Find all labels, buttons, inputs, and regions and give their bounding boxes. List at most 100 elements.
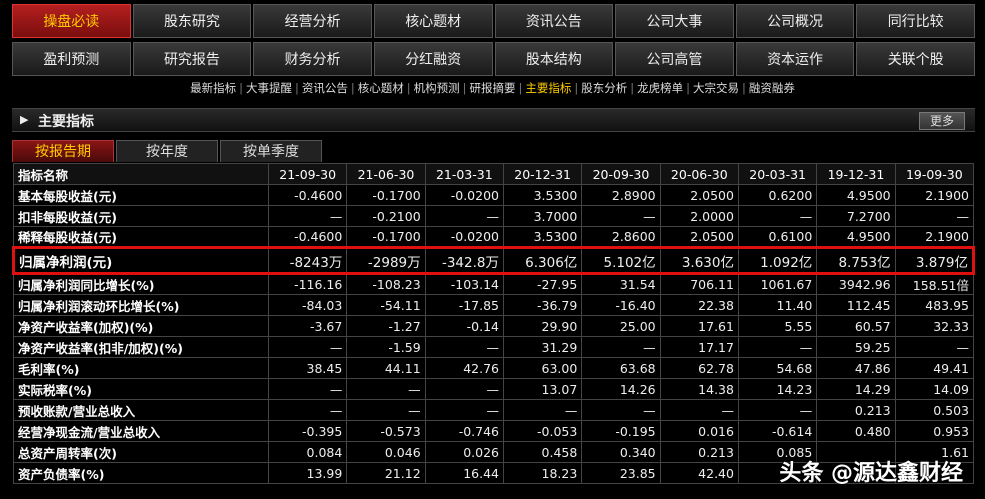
table-cell: 1.092亿 bbox=[737, 246, 818, 275]
subnav-link[interactable]: 机构预测 bbox=[411, 81, 463, 95]
row-label[interactable]: 净资产收益率(加权)(%) bbox=[13, 315, 269, 337]
subnav-link[interactable]: 核心题材 bbox=[355, 81, 407, 95]
subnav-link[interactable]: 大事提醒 bbox=[243, 81, 295, 95]
table-cell: 158.51倍 bbox=[894, 273, 975, 295]
nav-button[interactable]: 关联个股 bbox=[856, 42, 975, 76]
table-row: 经营净现金流/营业总收入 -0.395 -0.573 -0.746 -0.053 -0.1… bbox=[13, 420, 975, 442]
table-cell: -342.8万 bbox=[424, 246, 504, 275]
table-cell: 25.00 bbox=[581, 315, 661, 337]
table-cell: 5.55 bbox=[737, 315, 818, 337]
nav-button[interactable]: 分红融资 bbox=[373, 42, 493, 76]
column-header-date[interactable]: 19-09-30 bbox=[894, 163, 975, 185]
table-cell: 0.213 bbox=[659, 441, 739, 463]
row-label[interactable]: 基本每股收益(元) bbox=[13, 184, 269, 206]
column-header-date[interactable]: 19-12-31 bbox=[816, 163, 896, 185]
table-row: 归属净利润(元) -8243万 -2989万 -342.8万 6.306亿 5.102亿 3… bbox=[12, 246, 976, 275]
table-cell: — bbox=[659, 399, 739, 421]
subnav-link[interactable]: 最新指标 bbox=[187, 81, 239, 95]
subnav-link[interactable]: 资讯公告 bbox=[299, 81, 351, 95]
subnav-link[interactable]: 主要指标 bbox=[522, 81, 574, 95]
nav-button[interactable]: 公司大事 bbox=[615, 4, 734, 38]
table-cell: 47.86 bbox=[816, 357, 896, 379]
table-cell: 4.9500 bbox=[816, 184, 896, 206]
row-label[interactable]: 归属净利润同比增长(%) bbox=[13, 273, 269, 295]
nav-button[interactable]: 研究报告 bbox=[132, 42, 252, 76]
table-cell: -2989万 bbox=[346, 246, 426, 275]
table-cell: 3.879亿 bbox=[894, 246, 976, 275]
table-cell: -0.1700 bbox=[346, 226, 426, 248]
table-cell: — bbox=[502, 399, 583, 421]
row-label[interactable]: 总资产周转率(次) bbox=[13, 441, 269, 463]
nav-button[interactable]: 操盘必读 bbox=[12, 4, 131, 38]
table-cell: — bbox=[267, 378, 348, 400]
nav-button[interactable]: 财务分析 bbox=[253, 42, 372, 76]
table-cell: -116.16 bbox=[267, 273, 348, 295]
subnav-link[interactable]: 大宗交易 bbox=[690, 81, 742, 95]
nav-button[interactable]: 资讯公告 bbox=[494, 4, 614, 38]
row-label[interactable]: 归属净利润滚动环比增长(%) bbox=[13, 294, 269, 316]
table-cell: 54.68 bbox=[737, 357, 818, 379]
section-header: ▶ 主要指标 更多 bbox=[12, 108, 975, 132]
expand-triangle-icon[interactable]: ▶ bbox=[20, 113, 28, 126]
row-label[interactable]: 毛利率(%) bbox=[13, 357, 269, 379]
subnav-separator: | bbox=[462, 81, 467, 95]
row-label[interactable]: 净资产收益率(扣非/加权)(%) bbox=[13, 336, 269, 358]
table-cell: — bbox=[581, 336, 661, 358]
table-cell: — bbox=[346, 399, 426, 421]
subnav-link[interactable]: 研报摘要 bbox=[467, 81, 519, 95]
table-cell: 42.76 bbox=[424, 357, 504, 379]
column-header-date[interactable]: 20-03-31 bbox=[737, 163, 818, 185]
table-cell: 14.26 bbox=[581, 378, 661, 400]
nav-button[interactable]: 公司高管 bbox=[615, 42, 734, 76]
table-cell: 59.25 bbox=[816, 336, 896, 358]
table-cell: -0.2100 bbox=[346, 205, 426, 227]
column-header-date[interactable]: 21-06-30 bbox=[346, 163, 426, 185]
table-cell: 0.340 bbox=[581, 441, 661, 463]
table-cell: — bbox=[424, 336, 504, 358]
column-header-date[interactable]: 21-03-31 bbox=[424, 163, 504, 185]
tab-period[interactable]: 按年度 bbox=[116, 140, 218, 162]
nav-button[interactable]: 经营分析 bbox=[253, 4, 372, 38]
subnav-link[interactable]: 龙虎榜单 bbox=[634, 81, 686, 95]
column-header-date[interactable]: 21-09-30 bbox=[267, 163, 348, 185]
nav-button[interactable]: 盈利预测 bbox=[12, 42, 131, 76]
nav-button[interactable]: 同行比较 bbox=[856, 4, 975, 38]
table-cell: 17.17 bbox=[659, 336, 739, 358]
subnav-link[interactable]: 股东分析 bbox=[578, 81, 630, 95]
row-label[interactable]: 扣非每股收益(元) bbox=[13, 205, 269, 227]
table-cell: 42.40 bbox=[659, 462, 739, 484]
table-cell: 0.953 bbox=[894, 420, 975, 442]
nav-button[interactable]: 资本运作 bbox=[735, 42, 855, 76]
nav-button[interactable]: 股本结构 bbox=[494, 42, 614, 76]
row-label[interactable]: 实际税率(%) bbox=[13, 378, 269, 400]
row-label[interactable]: 资产负债率(%) bbox=[13, 462, 269, 484]
more-button[interactable]: 更多 bbox=[919, 112, 965, 130]
column-header-date[interactable]: 20-12-31 bbox=[502, 163, 583, 185]
row-label[interactable]: 经营净现金流/营业总收入 bbox=[13, 420, 269, 442]
tab-period[interactable]: 按单季度 bbox=[220, 140, 322, 162]
table-cell: -1.59 bbox=[346, 336, 426, 358]
table-cell: — bbox=[737, 205, 818, 227]
subnav-link[interactable]: 融资融券 bbox=[746, 81, 798, 95]
nav-button[interactable]: 公司概况 bbox=[735, 4, 855, 38]
table-cell: -0.746 bbox=[424, 420, 504, 442]
nav-button[interactable]: 核心题材 bbox=[373, 4, 493, 38]
table-cell: 31.54 bbox=[581, 273, 661, 295]
table-cell: — bbox=[737, 399, 818, 421]
table-cell: 14.29 bbox=[816, 378, 896, 400]
table-cell: — bbox=[346, 378, 426, 400]
row-label[interactable]: 归属净利润(元) bbox=[12, 246, 269, 275]
table-cell: 3.5300 bbox=[502, 226, 583, 248]
row-label[interactable]: 预收账款/营业总收入 bbox=[13, 399, 269, 421]
nav-button[interactable]: 股东研究 bbox=[132, 4, 252, 38]
table-cell: 14.38 bbox=[659, 378, 739, 400]
column-header-date[interactable]: 20-09-30 bbox=[581, 163, 661, 185]
table-cell: -0.053 bbox=[502, 420, 583, 442]
table-cell: 2.8600 bbox=[581, 226, 661, 248]
column-header-date[interactable]: 20-06-30 bbox=[659, 163, 739, 185]
row-label[interactable]: 稀释每股收益(元) bbox=[13, 226, 269, 248]
table-cell: 112.45 bbox=[816, 294, 896, 316]
tab-period[interactable]: 按报告期 bbox=[12, 140, 114, 162]
table-cell: -0.14 bbox=[424, 315, 504, 337]
table-cell: 3.7000 bbox=[502, 205, 583, 227]
